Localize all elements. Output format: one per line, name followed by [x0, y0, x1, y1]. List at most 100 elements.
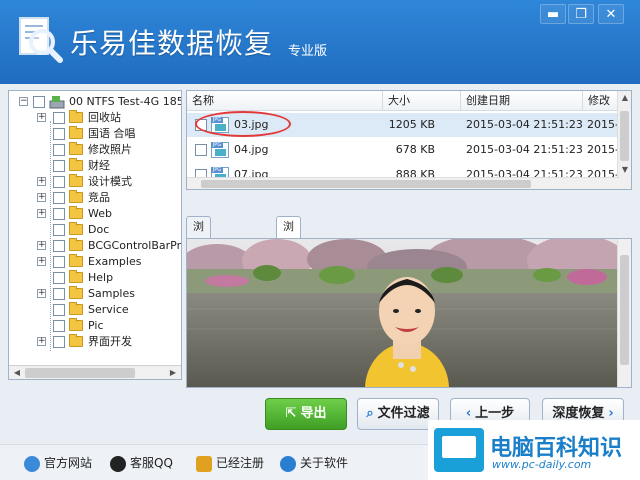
tree-item-label: Doc [88, 223, 110, 236]
folder-icon [69, 302, 83, 315]
expand-icon[interactable]: + [37, 289, 46, 298]
scroll-thumb[interactable] [620, 255, 629, 365]
tab-hex-view[interactable]: 浏览十六进制 [186, 216, 211, 333]
tree-checkbox[interactable] [53, 192, 65, 204]
tree-checkbox[interactable] [53, 272, 65, 284]
file-name: 04.jpg [234, 143, 269, 156]
previous-step-label: 上一步 [475, 406, 515, 421]
folder-icon [69, 174, 83, 187]
expand-icon[interactable]: + [37, 193, 46, 202]
tree-checkbox[interactable] [53, 176, 65, 188]
scroll-thumb[interactable] [620, 111, 629, 161]
key-icon [196, 455, 212, 472]
scroll-thumb[interactable] [201, 180, 531, 188]
internet-explorer-icon [24, 455, 40, 472]
chevron-left-icon: ‹ [465, 406, 472, 421]
tree-item[interactable]: + 界面开发 [9, 334, 181, 350]
file-list-horizontal-scrollbar[interactable] [187, 177, 619, 189]
expand-icon[interactable]: + [37, 241, 46, 250]
folder-icon [69, 206, 83, 219]
folder-icon [69, 334, 83, 347]
tree-horizontal-scrollbar[interactable]: ◀ ▶ [9, 365, 181, 379]
file-filter-button[interactable]: ⌕ 文件过滤 [357, 398, 439, 430]
tree-item-label: 修改照片 [88, 143, 132, 156]
file-row[interactable]: JPG 04.jpg 678 KB 2015-03-04 21:51:23 2015- [187, 138, 619, 162]
file-list-vertical-scrollbar[interactable]: ▲ ▼ [617, 91, 631, 189]
tree-root[interactable]: − 00 NTFS Test-4G 185 [9, 94, 181, 110]
tree-item[interactable]: + 设计模式 [9, 174, 181, 190]
collapse-icon[interactable]: − [19, 97, 28, 106]
tree-checkbox[interactable] [53, 224, 65, 236]
tree-checkbox[interactable] [53, 336, 65, 348]
tree-item[interactable]: Pic [9, 318, 181, 334]
registered-link[interactable]: 已经注册 [196, 455, 264, 472]
scroll-left-icon[interactable]: ◀ [10, 367, 24, 379]
file-modified: 2015- [587, 118, 619, 131]
expand-icon[interactable]: + [37, 113, 46, 122]
tree-item[interactable]: + Samples [9, 286, 181, 302]
support-qq-link[interactable]: 客服QQ [110, 455, 173, 472]
watermark-monitor-icon [434, 428, 484, 472]
tree-item[interactable]: + 回收站 [9, 110, 181, 126]
export-label: 导出 [300, 406, 327, 421]
expand-icon[interactable]: + [37, 209, 46, 218]
about-software-link[interactable]: 关于软件 [280, 455, 349, 472]
file-list-header: 名称 大小 创建日期 修改 [187, 91, 617, 111]
scroll-down-icon[interactable]: ▼ [618, 163, 631, 177]
tree-item[interactable]: + Web [9, 206, 181, 222]
tree-checkbox[interactable] [53, 288, 65, 300]
column-created[interactable]: 创建日期 [461, 91, 583, 111]
tree-checkbox[interactable] [53, 144, 65, 156]
tree-item[interactable]: + BCGControlBarPro1 [9, 238, 181, 254]
tree-item[interactable]: + 竞品 [9, 190, 181, 206]
expand-icon[interactable]: + [37, 257, 46, 266]
folder-icon [69, 238, 83, 251]
official-site-link[interactable]: 官方网站 [24, 455, 92, 472]
expand-icon[interactable]: + [37, 177, 46, 186]
column-name[interactable]: 名称 [187, 91, 383, 111]
preview-photo [187, 239, 619, 387]
tree-item[interactable]: 修改照片 [9, 142, 181, 158]
file-list[interactable]: 名称 大小 创建日期 修改 JPG 03.jpg 1205 KB 2015-03-04… [186, 90, 632, 190]
tree-item[interactable]: Help [9, 270, 181, 286]
search-icon: ⌕ [366, 406, 374, 421]
restore-button[interactable]: ❐ [568, 4, 594, 24]
tree-item-label: Examples [88, 255, 142, 268]
export-button[interactable]: ⇱ 导出 [265, 398, 347, 430]
tree-item-label: 界面开发 [88, 335, 132, 348]
edition-label: 专业版 [288, 44, 328, 59]
tree-item[interactable]: + Examples [9, 254, 181, 270]
expand-icon[interactable]: + [37, 337, 46, 346]
tree-item[interactable]: 财经 [9, 158, 181, 174]
file-filter-label: 文件过滤 [377, 406, 430, 421]
jpg-file-icon: JPG [211, 142, 229, 158]
tree-checkbox[interactable] [53, 240, 65, 252]
close-button[interactable]: ✕ [598, 4, 624, 24]
tree-item-label: 竞品 [88, 191, 110, 204]
tree-checkbox[interactable] [53, 208, 65, 220]
tree-checkbox[interactable] [53, 160, 65, 172]
tree-checkbox[interactable] [53, 112, 65, 124]
tree-checkbox[interactable] [33, 96, 45, 108]
column-size[interactable]: 大小 [383, 91, 461, 111]
minimize-button[interactable]: ▬ [540, 4, 566, 24]
tree-checkbox[interactable] [53, 128, 65, 140]
folder-icon [69, 318, 83, 331]
scroll-right-icon[interactable]: ▶ [166, 367, 180, 379]
tree-item-label: Web [88, 207, 112, 220]
folder-icon [69, 222, 83, 235]
preview-vertical-scrollbar[interactable] [617, 239, 631, 387]
tree-root-label: 00 NTFS Test-4G 185 [69, 95, 182, 108]
scroll-up-icon[interactable]: ▲ [618, 91, 631, 105]
about-software-label: 关于软件 [300, 456, 349, 470]
file-checkbox[interactable] [195, 144, 207, 156]
tab-image-view[interactable]: 浏览图像 [276, 216, 301, 293]
tree-item[interactable]: Service [9, 302, 181, 318]
tree-item[interactable]: 国语 合唱 [9, 126, 181, 142]
tree-item[interactable]: Doc [9, 222, 181, 238]
folder-tree[interactable]: − 00 NTFS Test-4G 185 + 回收站 国语 合唱 修改照片财经 + 设计… [8, 90, 182, 380]
tree-checkbox[interactable] [53, 304, 65, 316]
scroll-thumb[interactable] [25, 368, 135, 378]
tree-checkbox[interactable] [53, 320, 65, 332]
tree-checkbox[interactable] [53, 256, 65, 268]
